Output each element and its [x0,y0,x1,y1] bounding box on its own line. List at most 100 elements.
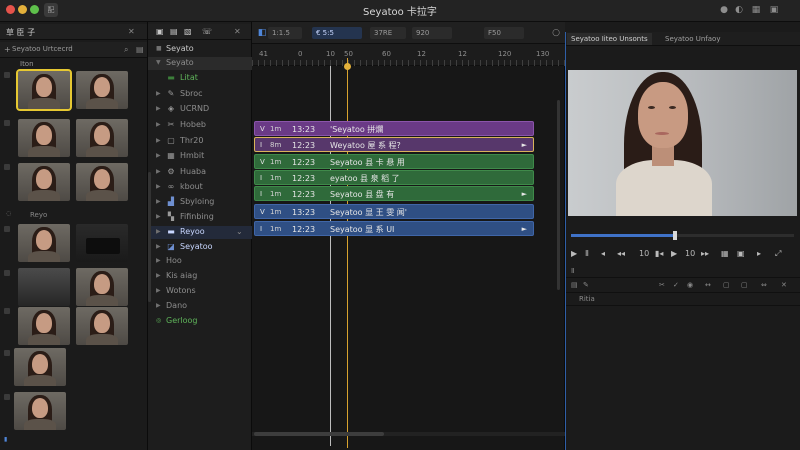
record-icon[interactable]: ● [718,4,730,16]
chevron-down-icon[interactable]: ⌄ [236,227,243,236]
timeline-clip[interactable]: V 1m 13:23 'Seyatoo 拼爛 [254,121,534,136]
clip-thumbnail-room[interactable] [18,268,70,306]
timeline-clip[interactable]: I 1m 12:23 eyatoo 县 泉 稻 了 [254,170,534,185]
phone-icon[interactable]: ☏ [202,27,212,36]
more-icon[interactable]: ▤ [136,45,144,54]
add-icon[interactable]: + [4,45,11,54]
library-item-litat[interactable]: ▬ Litat [148,72,252,85]
library-item[interactable]: ▶ ▦ Hmbit [148,150,252,163]
library-item[interactable]: ▶ ◪ Seyatoo [148,241,252,254]
clip-thumbnail[interactable] [76,119,128,157]
library-item[interactable]: ▶ Dano [148,300,252,313]
library-item[interactable]: ▶ Hoo [148,255,252,268]
grid-icon[interactable]: ▦ [750,4,762,16]
library-item[interactable]: ▶ ◈ UCRND [148,103,252,116]
forward-icon[interactable]: ▸▸ [701,249,709,258]
library-item-seyato[interactable]: ▼ Seyato [148,57,252,70]
viewer-scrubber[interactable] [571,231,794,240]
library-item[interactable]: ▶ ∞ kbout [148,181,252,194]
mark-icon[interactable]: ▸ [757,249,761,258]
clip-icon[interactable]: ▧ [184,27,192,36]
rate-field[interactable]: 920 [412,27,452,39]
clip-thumbnail-camera[interactable] [76,224,128,262]
library-header-label: Seyato [166,44,194,53]
library-item-reyoo[interactable]: ▶ ▬ Reyoo ⌄ [148,226,252,239]
record-icon[interactable]: ◉ [687,281,693,289]
format-field[interactable]: 37RE [370,27,406,39]
tab-viewer[interactable]: Seyatoo Iiteo Unsonts [567,33,652,45]
timeline-clip[interactable]: V 1m 13:23 Seyatoo 显 王 雯 闻' [254,204,534,219]
library-item[interactable]: ▶ ▟ Sbyloing [148,196,252,209]
fullscreen-icon[interactable]: ▣ [737,249,745,258]
pen-icon: ✎ [167,89,175,98]
clip-thumbnail[interactable] [76,163,128,201]
video-preview[interactable] [568,70,797,216]
settings-icon[interactable]: ○ [550,27,562,39]
grid-view-icon[interactable]: ▦ [721,249,729,258]
skip-back-icon[interactable]: ▮◂ [655,249,663,258]
scrollbar-thumb[interactable] [254,432,384,436]
rewind-icon[interactable]: ◂◂ [617,249,625,258]
play-in-icon[interactable]: ▶ [571,249,577,258]
browser-close-icon[interactable]: ✕ [128,27,135,36]
timeline-clip[interactable]: I 1m 12:23 Seyatoo 县 盘 有 ► [254,186,534,201]
toggle-icon[interactable]: ◐ [731,4,747,16]
list-icon[interactable]: ▤ [170,27,178,36]
marker-icon[interactable]: ▤ [571,281,578,289]
library-header-row[interactable]: ■ Seyato [148,43,252,56]
library-scrollbar[interactable] [148,172,151,302]
library-item[interactable]: ▶ ⚙ Huaba [148,166,252,179]
clip-thumbnail[interactable] [76,307,128,345]
clip-thumbnail[interactable] [76,71,128,109]
timeline-clip[interactable]: I 1m 12:23 Seyatoo 显 系 UI ► [254,221,534,236]
library-item[interactable]: ▶ Kis aiag [148,270,252,283]
timeline-horizontal-scrollbar[interactable] [252,432,565,436]
timeline-vertical-scrollbar[interactable] [557,100,560,290]
clip-thumbnail[interactable] [14,348,66,386]
play-icon[interactable]: ▶ [671,249,677,258]
sidebar-icon[interactable]: ▣ [156,27,164,36]
library-item[interactable]: ▶ ✎ Sbroc [148,88,252,101]
tab-secondary[interactable]: Seyatoo Unfaoy [661,33,724,45]
ruler-label: 0 [298,50,303,58]
timeline-clip[interactable]: V 1m 12:23 Seyatoo 县 卡 悬 用 [254,154,534,169]
clip-mark: 1m [270,208,282,216]
clip-thumbnail[interactable] [16,69,72,111]
clip-thumbnail[interactable] [76,268,128,306]
library-item-label: Hobeb [180,120,206,129]
pause-icon[interactable]: Ⅱ [585,249,589,258]
square-icon[interactable]: ▢ [741,281,748,289]
clip-flag: V [260,125,265,133]
library-item[interactable]: ▶ ▢ Thr20 [148,135,252,148]
frame-field[interactable]: F50 [484,27,524,39]
library-close-icon[interactable]: ✕ [234,27,241,36]
library-item[interactable]: ▶ Wotons [148,285,252,298]
playhead-handle[interactable] [344,63,351,70]
clip-thumbnail[interactable] [18,119,70,157]
scrubber-handle[interactable] [673,231,677,240]
close-icon[interactable]: ✕ [781,281,787,289]
clip-thumbnail[interactable] [18,307,70,345]
step-back-icon[interactable]: ◂ [601,249,605,258]
cut-icon[interactable]: ✂ [659,281,665,289]
check-icon[interactable]: ✓ [673,281,679,289]
clip-thumbnail[interactable] [14,392,66,430]
zoom-field[interactable]: 1:1.5 [268,27,302,39]
status-icon[interactable]: ▮ [4,436,7,443]
library-item[interactable]: ▶ ✂ Hobeb [148,119,252,132]
search-icon[interactable]: ⌕ [124,45,128,55]
library-item[interactable]: ▶ ▚ Fifinbing [148,211,252,224]
box-icon[interactable]: ▢ [723,281,730,289]
panel-icon[interactable]: ▣ [768,4,780,16]
clip-thumbnail[interactable] [18,163,70,201]
library-item[interactable]: ◎ Gerloog [148,315,252,328]
playhead-line[interactable] [347,58,348,448]
pen-icon[interactable]: ✎ [583,281,589,289]
expand-icon[interactable]: ⤢ [775,249,781,259]
timeline-clip[interactable]: I 8m 12:23 Weyatoo 屋 系 程? ► [254,137,534,152]
move-icon[interactable]: ⇔ [761,281,767,289]
clip-thumbnail[interactable] [18,224,70,262]
timecode-field[interactable]: € 5:5 [312,27,362,39]
timeline-icon[interactable]: ◧ [256,27,268,39]
link-icon[interactable]: ↔ [705,281,711,289]
